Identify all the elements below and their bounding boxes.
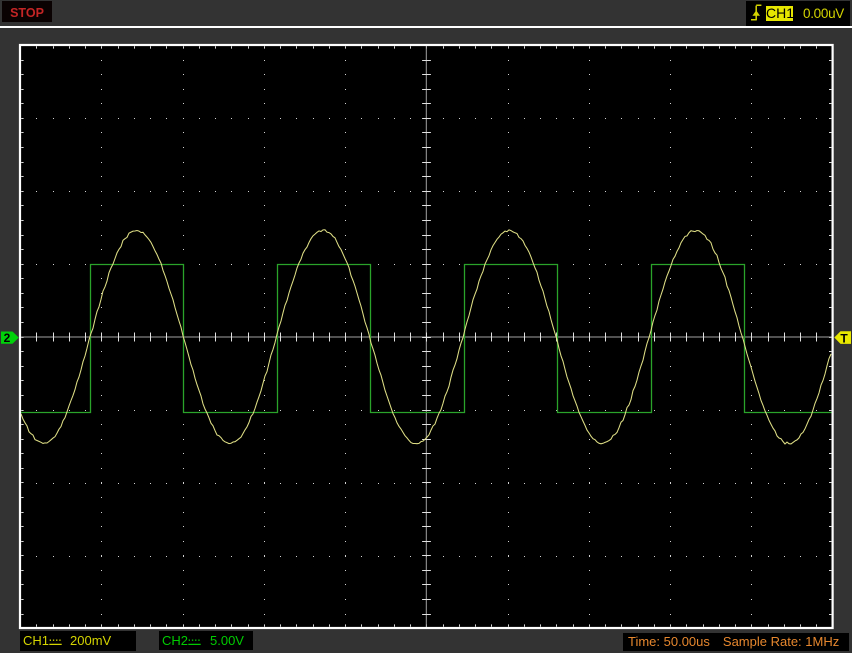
svg-text:2: 2 — [4, 331, 11, 345]
svg-text:T: T — [840, 332, 848, 346]
